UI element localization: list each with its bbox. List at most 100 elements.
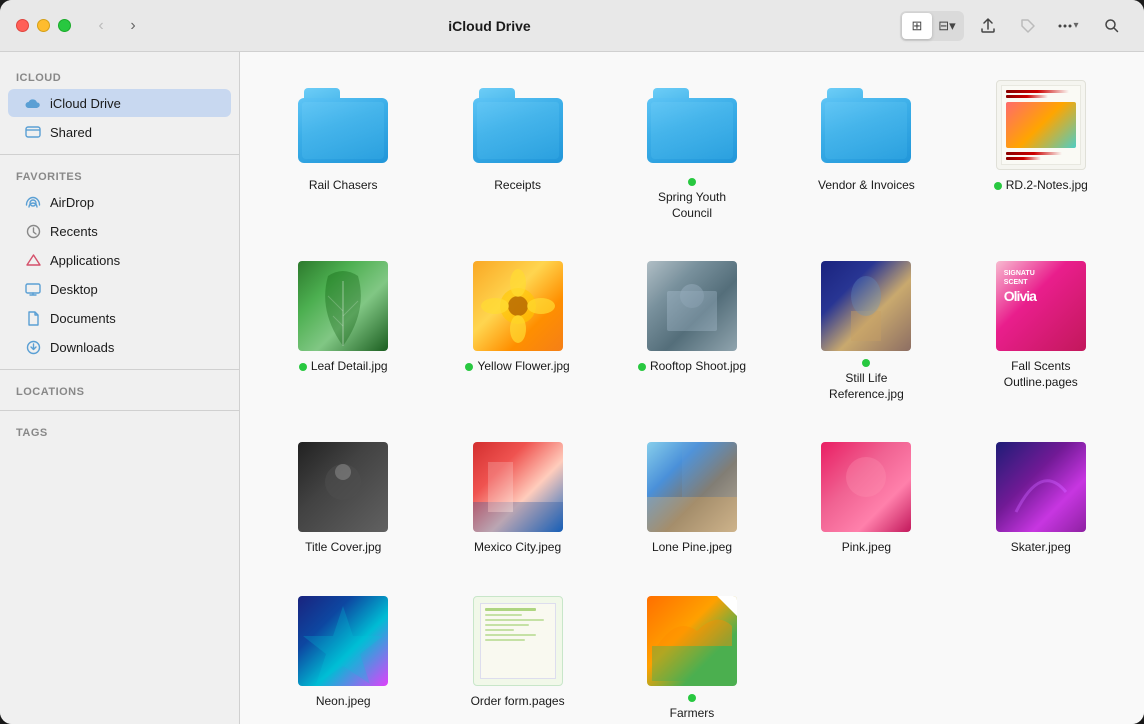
documents-icon (24, 309, 42, 327)
sync-dot-still (862, 359, 870, 367)
favorites-section-header: Favorites (0, 163, 239, 187)
shared-icon (24, 123, 42, 141)
window-title: iCloud Drive (79, 18, 900, 34)
sync-dot-rooftop (638, 363, 646, 371)
file-item-yellow-flower[interactable]: Yellow Flower.jpg (438, 253, 596, 410)
sidebar-item-shared[interactable]: Shared (8, 118, 231, 146)
file-item-mexico-city[interactable]: Mexico City.jpeg (438, 434, 596, 564)
file-item-title-cover[interactable]: Title Cover.jpg (264, 434, 422, 564)
file-item-order-form[interactable]: Order form.pages (438, 588, 596, 724)
file-thumb-rd-notes (996, 80, 1086, 170)
file-name-spring-youth-council: Spring Youth Council (637, 178, 747, 221)
file-name-vendor-invoices: Vendor & Invoices (818, 178, 915, 194)
sidebar-divider-2 (0, 369, 239, 370)
documents-label: Documents (50, 311, 116, 326)
file-name-still-life: Still Life Reference.jpg (811, 359, 921, 402)
file-item-rail-chasers[interactable]: Rail Chasers (264, 72, 422, 229)
toolbar-right: ⊞ ⊟▾ ▾ (900, 10, 1128, 42)
finder-window: ‹ › iCloud Drive ⊞ ⊟▾ (0, 0, 1144, 724)
file-name-farmers-market: Farmers Market...acket.pdf (637, 694, 747, 724)
recents-label: Recents (50, 224, 98, 239)
file-name-neon: Neon.jpeg (316, 694, 371, 710)
file-thumb-order-form (473, 596, 563, 686)
file-thumb-receipts (473, 80, 563, 170)
sync-dot-flower (465, 363, 473, 371)
file-name-title-cover: Title Cover.jpg (305, 540, 381, 556)
sidebar-divider-3 (0, 410, 239, 411)
desktop-label: Desktop (50, 282, 98, 297)
tags-section-header: Tags (0, 419, 239, 443)
minimize-button[interactable] (37, 19, 50, 32)
maximize-button[interactable] (58, 19, 71, 32)
sidebar: iCloud iCloud Drive Shared (0, 52, 240, 724)
sidebar-item-downloads[interactable]: Downloads (8, 333, 231, 361)
file-name-mexico-city: Mexico City.jpeg (474, 540, 561, 556)
file-name-yellow-flower: Yellow Flower.jpg (465, 359, 569, 375)
sync-dot-spring (688, 178, 696, 186)
share-button[interactable] (972, 10, 1004, 42)
sidebar-item-documents[interactable]: Documents (8, 304, 231, 332)
file-thumb-spring-youth-council (647, 80, 737, 170)
file-thumb-pink (821, 442, 911, 532)
file-item-pink[interactable]: Pink.jpeg (787, 434, 945, 564)
view-toggle-group: ⊞ ⊟▾ (900, 11, 964, 41)
file-thumb-rail-chasers (298, 80, 388, 170)
file-item-spring-youth-council[interactable]: Spring Youth Council (613, 72, 771, 229)
sync-dot-leaf (299, 363, 307, 371)
close-button[interactable] (16, 19, 29, 32)
file-name-leaf-detail: Leaf Detail.jpg (299, 359, 388, 375)
sidebar-item-recents[interactable]: Recents (8, 217, 231, 245)
file-item-leaf-detail[interactable]: Leaf Detail.jpg (264, 253, 422, 410)
file-item-lone-pine[interactable]: Lone Pine.jpeg (613, 434, 771, 564)
file-item-still-life[interactable]: Still Life Reference.jpg (787, 253, 945, 410)
icloud-drive-label: iCloud Drive (50, 96, 121, 111)
file-item-rooftop-shoot[interactable]: Rooftop Shoot.jpg (613, 253, 771, 410)
file-name-rd-notes: RD.2-Notes.jpg (994, 178, 1088, 194)
file-name-skater: Skater.jpeg (1011, 540, 1071, 556)
file-grid: Rail Chasers Receipts (264, 72, 1120, 724)
file-thumb-lone-pine (647, 442, 737, 532)
search-button[interactable] (1096, 10, 1128, 42)
cloud-icon (24, 94, 42, 112)
desktop-icon (24, 280, 42, 298)
file-thumb-skater (996, 442, 1086, 532)
file-thumb-title-cover (298, 442, 388, 532)
grid-view-button[interactable]: ⊞ (902, 13, 932, 39)
file-name-fall-scents: Fall Scents Outline.pages (986, 359, 1096, 390)
file-name-rail-chasers: Rail Chasers (309, 178, 378, 194)
sidebar-item-icloud-drive[interactable]: iCloud Drive (8, 89, 231, 117)
file-item-vendor-invoices[interactable]: Vendor & Invoices (787, 72, 945, 229)
file-thumb-fall-scents: SIGNATUSCENT Olivia (996, 261, 1086, 351)
sidebar-item-airdrop[interactable]: AirDrop (8, 188, 231, 216)
sidebar-item-applications[interactable]: Applications (8, 246, 231, 274)
file-thumb-mexico-city (473, 442, 563, 532)
file-thumb-leaf-detail (298, 261, 388, 351)
file-thumb-rooftop-shoot (647, 261, 737, 351)
more-button[interactable]: ▾ (1052, 10, 1084, 42)
file-item-skater[interactable]: Skater.jpeg (962, 434, 1120, 564)
file-item-farmers-market[interactable]: Farmers Market...acket.pdf (613, 588, 771, 724)
airdrop-icon (24, 193, 42, 211)
icloud-section-header: iCloud (0, 64, 239, 88)
sync-dot-rd (994, 182, 1002, 190)
applications-label: Applications (50, 253, 120, 268)
sync-dot-farmers (688, 694, 696, 702)
file-thumb-farmers-market (647, 596, 737, 686)
main-content: iCloud iCloud Drive Shared (0, 52, 1144, 724)
shared-label: Shared (50, 125, 92, 140)
traffic-lights (16, 19, 71, 32)
file-name-rooftop-shoot: Rooftop Shoot.jpg (638, 359, 746, 375)
tag-button[interactable] (1012, 10, 1044, 42)
recents-icon (24, 222, 42, 240)
file-item-neon[interactable]: Neon.jpeg (264, 588, 422, 724)
sidebar-item-desktop[interactable]: Desktop (8, 275, 231, 303)
file-thumb-still-life (821, 261, 911, 351)
downloads-label: Downloads (50, 340, 114, 355)
locations-section-header: Locations (0, 378, 239, 402)
list-view-button[interactable]: ⊟▾ (932, 13, 962, 39)
file-item-fall-scents[interactable]: SIGNATUSCENT Olivia Fall Scents Outline.… (962, 253, 1120, 410)
file-item-rd-notes[interactable]: RD.2-Notes.jpg (962, 72, 1120, 229)
titlebar: ‹ › iCloud Drive ⊞ ⊟▾ (0, 0, 1144, 52)
file-name-lone-pine: Lone Pine.jpeg (652, 540, 732, 556)
file-item-receipts[interactable]: Receipts (438, 72, 596, 229)
